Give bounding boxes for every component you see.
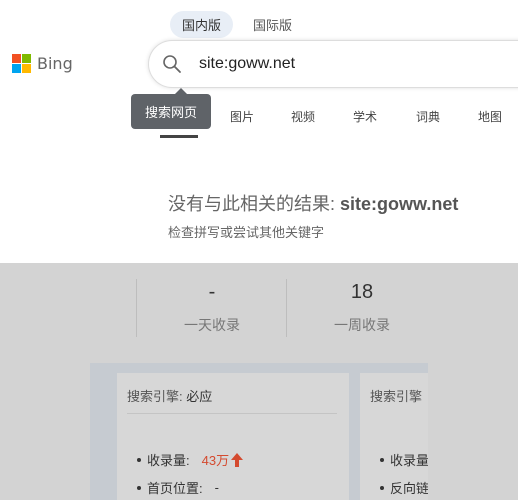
spelling-hint: 检查拼写或尝试其他关键字: [168, 225, 325, 240]
bing-search-page: 国内版 国际版 Bing 搜索网页 图片 视频 学术 词典 地图 没有与此相关的…: [0, 0, 518, 263]
card-engine-name: 必应: [186, 389, 213, 404]
tab-videos[interactable]: 视频: [291, 108, 315, 125]
stat-label: 一天收录: [184, 317, 240, 333]
tab-images[interactable]: 图片: [230, 108, 254, 125]
card-title-prefix: 搜索引擎:: [127, 389, 187, 404]
active-tab-underline: [160, 135, 198, 138]
card-title: 搜索引擎: [370, 389, 423, 404]
region-tabs: 国内版 国际版: [170, 11, 304, 38]
engine-card-second: 搜索引擎 收录量 反向链: [360, 373, 428, 500]
search-nav-tabs: 图片 视频 学术 词典 地图: [0, 108, 518, 138]
microsoft-logo-icon: [12, 54, 31, 73]
seo-stats-overlay: - 一天收录 18 一周收录 搜索引擎: 必应 收录量: 43万 首页位置: -: [0, 263, 518, 500]
homepage-position-value: -: [214, 480, 219, 495]
search-icon[interactable]: [161, 53, 183, 75]
row-label: 首页位置:: [147, 481, 203, 496]
indexed-count-row: 收录量: 43万: [137, 450, 244, 469]
backlink-row: 反向链: [380, 478, 428, 497]
stat-label: 一周收录: [334, 317, 390, 333]
stat-value: -: [208, 281, 216, 303]
no-result-message: 没有与此相关的结果: site:goww.net: [168, 190, 458, 216]
row-label: 收录量: [390, 453, 428, 468]
stat-one-week: 18 一周收录: [287, 279, 437, 335]
no-result-prefix: 没有与此相关的结果:: [168, 194, 341, 214]
engine-cards-panel: 搜索引擎: 必应 收录量: 43万 首页位置: - 搜索引擎 收录量 反向链: [90, 363, 428, 500]
indexed-count-row: 收录量: [380, 450, 428, 469]
no-result-query: site:goww.net: [340, 194, 459, 214]
card-divider: [127, 413, 337, 414]
bullet: [380, 485, 384, 490]
engine-card-bing: 搜索引擎: 必应 收录量: 43万 首页位置: -: [117, 373, 349, 500]
tab-domestic[interactable]: 国内版: [170, 11, 234, 38]
indexed-count-value[interactable]: 43万: [202, 450, 229, 469]
homepage-position-row: 首页位置: -: [137, 478, 219, 497]
trend-up-arrow-icon: [231, 452, 244, 467]
tab-international[interactable]: 国际版: [241, 11, 304, 38]
row-label: 反向链: [390, 481, 428, 496]
search-input[interactable]: [199, 55, 479, 73]
tab-academic[interactable]: 学术: [353, 108, 377, 125]
bullet: [137, 485, 141, 490]
search-box[interactable]: [148, 40, 518, 88]
bing-logo[interactable]: Bing: [12, 54, 73, 73]
row-label: 收录量:: [147, 453, 190, 468]
bullet: [380, 457, 384, 462]
tab-maps[interactable]: 地图: [478, 108, 502, 125]
tab-dictionary[interactable]: 词典: [416, 108, 440, 125]
logo-text: Bing: [37, 54, 73, 73]
stat-value: 18: [350, 281, 374, 303]
card-title: 搜索引擎: 必应: [127, 386, 212, 405]
stat-one-day: - 一天收录: [137, 279, 287, 335]
bullet: [137, 457, 141, 462]
